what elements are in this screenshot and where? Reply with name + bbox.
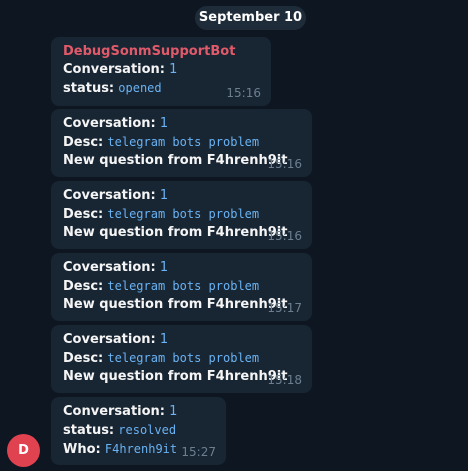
message-line: Conversation: 1 [63, 61, 259, 79]
avatar-initial: D [18, 443, 29, 458]
question-text: New question from F4hrenh9it [63, 225, 288, 240]
message-line: Desc: telegram bots problem [63, 277, 300, 296]
message-line: Coversation: 1 [63, 331, 300, 349]
field-label: Conversation: [63, 62, 165, 77]
conversation-id: 1 [159, 260, 169, 275]
message-line: Coversation: 1 [63, 259, 300, 277]
conversation-id: 1 [159, 116, 169, 131]
field-label: Coversation: [63, 116, 156, 131]
sender-name[interactable]: DebugSonmSupportBot [63, 43, 259, 61]
message-bubble[interactable]: Coversation: 1 Desc: telegram bots probl… [51, 109, 312, 177]
message-line: New question from F4hrenh9it [63, 296, 300, 314]
chat-history[interactable]: September 10 DebugSonmSupportBot Convers… [0, 0, 468, 471]
field-label: Desc: [63, 207, 104, 222]
message-bubble[interactable]: Coversation: 1 Desc: telegram bots probl… [51, 253, 312, 321]
description-value: telegram bots problem [107, 351, 260, 365]
message-bubble[interactable]: Coversation: 1 Desc: telegram bots probl… [51, 181, 312, 249]
message-line: New question from F4hrenh9it [63, 224, 300, 242]
message-line: New question from F4hrenh9it [63, 368, 300, 386]
question-text: New question from F4hrenh9it [63, 297, 288, 312]
conversation-id: 1 [169, 404, 178, 419]
message-time: 15:27 [181, 445, 216, 459]
conversation-id: 1 [169, 62, 178, 77]
message-time: 15:17 [267, 301, 302, 315]
field-label: Desc: [63, 351, 104, 366]
field-label: Who: [63, 442, 101, 457]
message-line: Coversation: 1 [63, 115, 300, 133]
field-label: Desc: [63, 135, 104, 150]
status-value: resolved [118, 423, 177, 437]
message-bubble[interactable]: DebugSonmSupportBot Conversation: 1 stat… [51, 37, 271, 106]
field-label: Coversation: [63, 188, 156, 203]
message-line: Desc: telegram bots problem [63, 205, 300, 224]
message-line: New question from F4hrenh9it [63, 152, 300, 170]
message-bubble[interactable]: Conversation: 1 status: resolved Who: F4… [51, 397, 226, 465]
message-line: Coversation: 1 [63, 187, 300, 205]
field-label: Conversation: [63, 404, 165, 419]
message-time: 15:16 [267, 157, 302, 171]
date-separator: September 10 [195, 6, 306, 30]
conversation-id: 1 [159, 188, 169, 203]
user-value: F4hrenh9it [104, 442, 178, 456]
message-line: Conversation: 1 [63, 403, 214, 421]
question-text: New question from F4hrenh9it [63, 369, 288, 384]
field-label: status: [63, 81, 115, 96]
description-value: telegram bots problem [107, 279, 260, 293]
message-line: status: resolved [63, 421, 214, 440]
conversation-id: 1 [159, 332, 169, 347]
question-text: New question from F4hrenh9it [63, 153, 288, 168]
description-value: telegram bots problem [107, 207, 260, 221]
message-line: Desc: telegram bots problem [63, 349, 300, 368]
message-line: Desc: telegram bots problem [63, 133, 300, 152]
field-label: Coversation: [63, 332, 156, 347]
status-value: opened [118, 81, 162, 95]
description-value: telegram bots problem [107, 135, 260, 149]
field-label: Coversation: [63, 260, 156, 275]
message-time: 15:18 [267, 373, 302, 387]
message-time: 15:16 [267, 229, 302, 243]
field-label: status: [63, 423, 115, 438]
date-label: September 10 [198, 10, 303, 25]
field-label: Desc: [63, 279, 104, 294]
bot-avatar[interactable]: D [7, 434, 40, 467]
message-bubble[interactable]: Coversation: 1 Desc: telegram bots probl… [51, 325, 312, 393]
message-time: 15:16 [226, 86, 261, 100]
